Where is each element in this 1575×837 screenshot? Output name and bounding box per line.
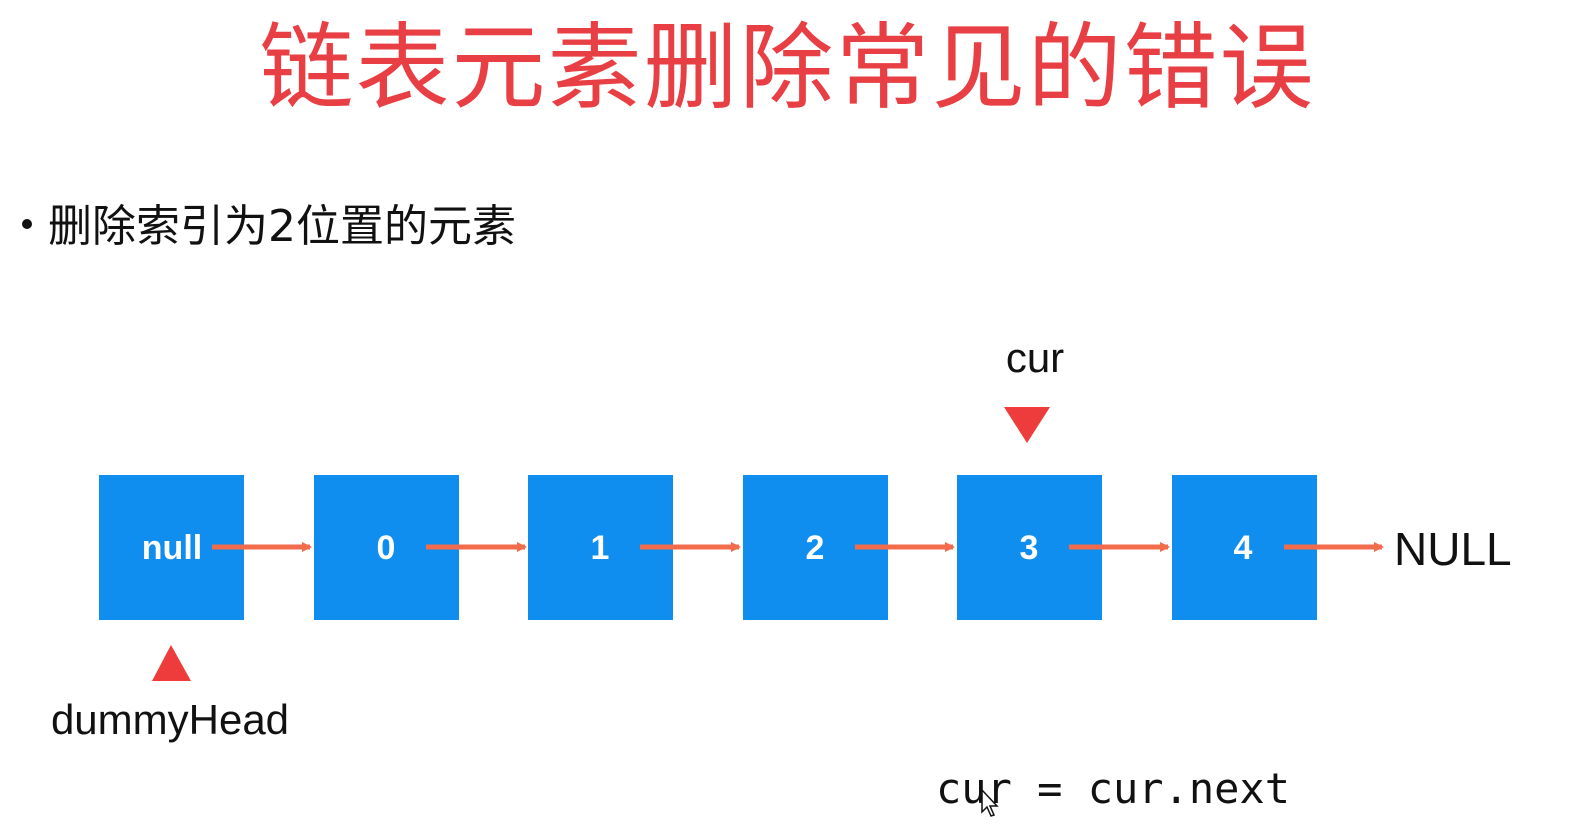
node-value: 1 [591, 529, 610, 567]
cur-label: cur [1006, 334, 1064, 381]
node-value: 2 [806, 529, 825, 567]
linked-list-diagram: null 0 1 2 3 4 NULL cur dummyHead cur = … [51, 334, 1512, 817]
cur-pointer-down-triangle-icon [1004, 407, 1050, 443]
node-value: 4 [1234, 529, 1253, 567]
node-value: 0 [377, 529, 396, 567]
dummy-head-pointer-up-triangle-icon [152, 645, 191, 681]
node-value: null [142, 529, 202, 567]
dummy-head-label: dummyHead [51, 696, 289, 743]
tail-null-label: NULL [1394, 523, 1512, 575]
node-value: 3 [1020, 529, 1039, 567]
